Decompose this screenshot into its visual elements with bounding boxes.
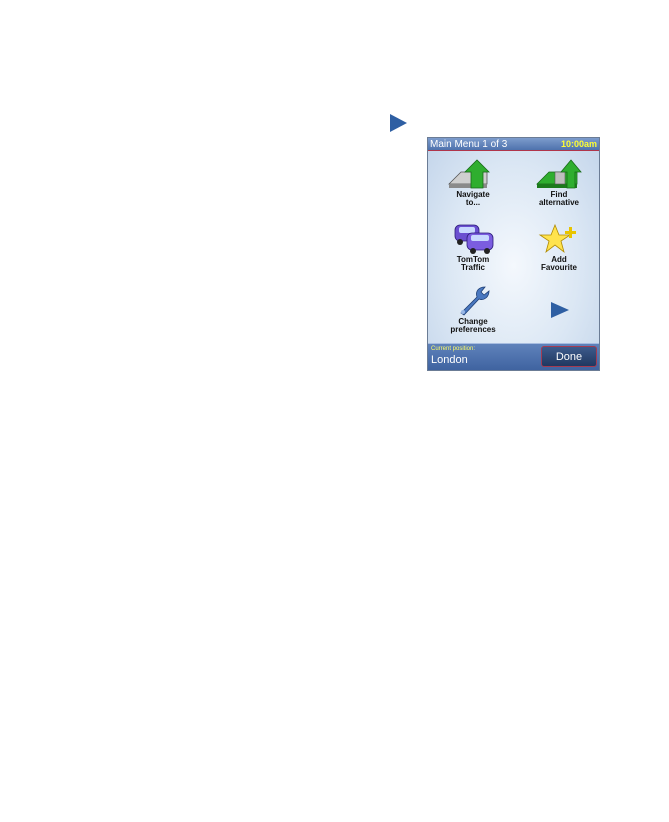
change-preferences-label: Change preferences bbox=[450, 317, 496, 334]
current-position-value: London bbox=[431, 354, 468, 366]
next-page-button[interactable] bbox=[547, 299, 573, 321]
wrench-icon bbox=[460, 286, 490, 316]
clock: 10:00am bbox=[560, 139, 597, 149]
status-bar: Current position: London Done bbox=[428, 343, 599, 370]
traffic-cars-icon bbox=[454, 224, 494, 254]
star-plus-icon bbox=[538, 223, 576, 254]
find-alternative-button[interactable]: Find alternative bbox=[519, 158, 599, 218]
next-page-arrow-icon bbox=[551, 302, 569, 318]
change-preferences-button[interactable]: Change preferences bbox=[433, 285, 513, 345]
device-screen: Main Menu 1 of 3 10:00am Navigate to... … bbox=[427, 137, 600, 371]
done-button[interactable]: Done bbox=[541, 346, 597, 367]
current-position-label: Current position: bbox=[431, 346, 476, 352]
navigate-to-button[interactable]: Navigate to... bbox=[433, 158, 513, 218]
find-alternative-label: Find alternative bbox=[538, 190, 580, 207]
navigate-arrow-icon bbox=[448, 159, 490, 189]
navigate-to-label: Navigate to... bbox=[456, 190, 490, 207]
page-arrow-icon bbox=[390, 114, 407, 132]
menu-title: Main Menu 1 of 3 bbox=[430, 138, 508, 150]
add-favourite-button[interactable]: Add Favourite bbox=[519, 221, 599, 281]
add-favourite-label: Add Favourite bbox=[540, 255, 577, 272]
tomtom-traffic-button[interactable]: TomTom Traffic bbox=[433, 221, 513, 281]
title-bar: Main Menu 1 of 3 10:00am bbox=[428, 138, 599, 151]
alternative-route-icon bbox=[536, 159, 582, 189]
tomtom-traffic-label: TomTom Traffic bbox=[456, 255, 490, 272]
